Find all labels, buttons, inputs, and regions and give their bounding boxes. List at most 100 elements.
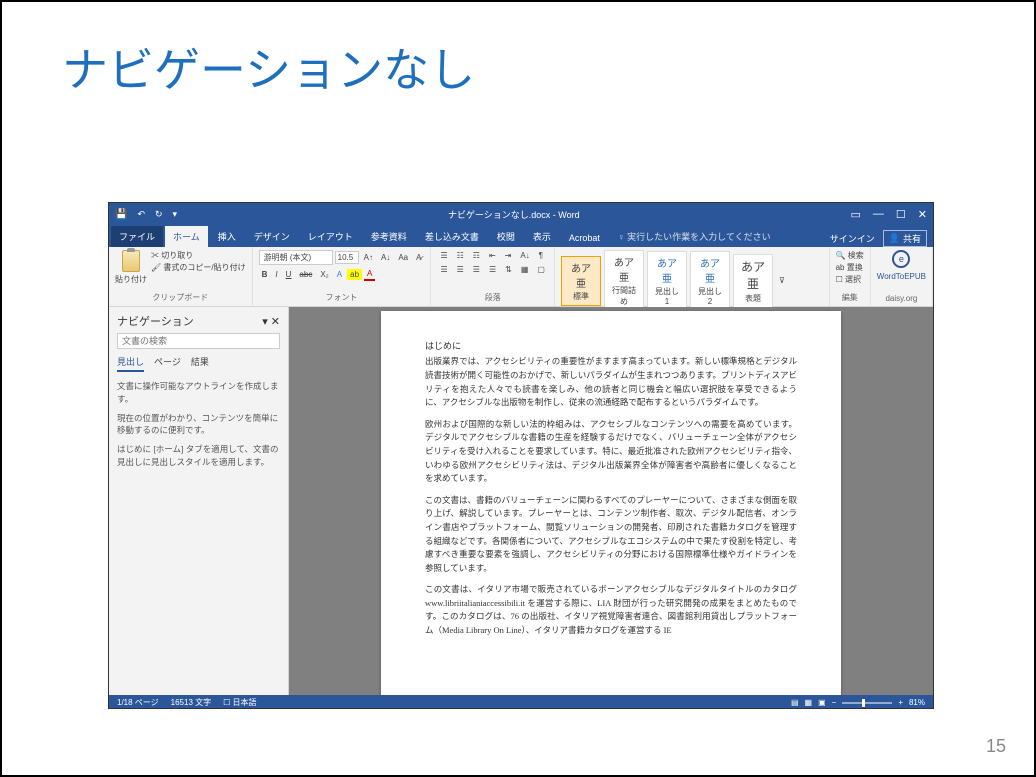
- grow-font-icon[interactable]: A↑: [361, 252, 376, 263]
- view-read-icon[interactable]: ▤: [791, 698, 799, 707]
- replace-button[interactable]: ab 置換: [836, 262, 863, 273]
- underline-button[interactable]: U: [283, 269, 295, 280]
- zoom-out-icon[interactable]: −: [832, 698, 837, 707]
- zoom-level[interactable]: 81%: [909, 698, 925, 707]
- tab-review[interactable]: 校閲: [489, 226, 523, 247]
- multilevel-icon[interactable]: ☶: [470, 250, 483, 261]
- tab-acrobat[interactable]: Acrobat: [561, 229, 608, 247]
- subscript-button[interactable]: X₂: [317, 269, 331, 280]
- slide-title: ナビゲーションなし: [2, 2, 1034, 100]
- document-page[interactable]: はじめに 出版業界では、アクセシビリティの重要性がますます高まっています。新しい…: [381, 311, 841, 695]
- select-button[interactable]: ☐ 選択: [836, 274, 861, 285]
- group-label: クリップボード: [115, 292, 246, 303]
- borders-icon[interactable]: ▢: [534, 264, 548, 275]
- strike-button[interactable]: abc: [296, 269, 315, 280]
- italic-button[interactable]: I: [272, 269, 280, 280]
- nav-search-input[interactable]: [117, 333, 280, 349]
- style-heading2[interactable]: あア亜見出し 2: [690, 251, 730, 310]
- view-print-icon[interactable]: ▦: [805, 698, 813, 707]
- close-icon[interactable]: ✕: [918, 208, 927, 221]
- ribbon-options-icon[interactable]: ▭: [851, 208, 861, 221]
- styles-more-icon[interactable]: ⊽: [776, 275, 788, 286]
- font-name-select[interactable]: 游明朝 (本文): [259, 250, 333, 265]
- undo-icon[interactable]: ↶: [137, 209, 145, 220]
- change-case-icon[interactable]: Aa: [395, 252, 411, 263]
- doc-paragraph: 出版業界では、アクセシビリティの重要性がますます高まっています。新しい標準規格と…: [425, 355, 797, 409]
- nav-pane-title: ナビゲーション: [117, 313, 194, 329]
- tab-references[interactable]: 参考資料: [363, 226, 415, 247]
- font-color-icon[interactable]: A: [364, 268, 375, 281]
- group-label: フォント: [259, 292, 425, 303]
- status-words[interactable]: 16513 文字: [171, 697, 211, 708]
- group-paragraph: ☰ ☷ ☶ ⇤ ⇥ A↓ ¶ ☰ ☰ ☰ ☰ ⇅ ▦: [431, 247, 555, 306]
- nav-tab-results[interactable]: 結果: [191, 355, 209, 372]
- decrease-indent-icon[interactable]: ⇤: [486, 250, 499, 261]
- style-nospacing[interactable]: あア亜行間詰め: [604, 250, 644, 311]
- zoom-in-icon[interactable]: +: [898, 698, 903, 707]
- text-effects-icon[interactable]: A: [334, 269, 345, 280]
- highlight-icon[interactable]: ab: [347, 269, 362, 280]
- style-heading1[interactable]: あア亜見出し 1: [647, 251, 687, 310]
- word-window: 💾 ↶ ↻ ▾ ナビゲーションなし.docx - Word ▭ — ☐ ✕ ファ…: [108, 202, 934, 709]
- slide-page-number: 15: [986, 736, 1006, 757]
- clear-format-icon[interactable]: A̷: [413, 252, 424, 263]
- find-button[interactable]: 🔍 検索: [836, 250, 864, 261]
- bullets-icon[interactable]: ☰: [437, 250, 450, 261]
- group-editing: 🔍 検索 ab 置換 ☐ 選択 編集: [830, 247, 871, 306]
- status-page[interactable]: 1/18 ページ: [117, 697, 159, 708]
- workarea: ナビゲーション ▾ ✕ 見出し ページ 結果 文書に操作可能なアウトラインを作成…: [109, 307, 933, 695]
- save-icon[interactable]: 💾: [115, 209, 127, 220]
- cut-button[interactable]: ✂ 切り取り: [151, 250, 246, 261]
- tell-me[interactable]: ♀ 実行したい作業を入力してください: [610, 226, 779, 247]
- zoom-slider[interactable]: [842, 702, 892, 704]
- group-label: daisy.org: [877, 294, 926, 303]
- view-web-icon[interactable]: ▣: [818, 698, 826, 707]
- redo-icon[interactable]: ↻: [155, 209, 163, 220]
- align-right-icon[interactable]: ☰: [470, 264, 483, 275]
- tab-design[interactable]: デザイン: [246, 226, 298, 247]
- group-styles: あア亜標準 あア亜行間詰め あア亜見出し 1 あア亜見出し 2 あア亜表題 ⊽ …: [555, 247, 830, 306]
- wordtoepub-icon: e: [892, 250, 910, 268]
- show-marks-icon[interactable]: ¶: [536, 250, 546, 261]
- doc-paragraph: 欧州および国際的な新しい法的枠組みは、アクセシブルなコンテンツへの需要を高めてい…: [425, 418, 797, 486]
- numbering-icon[interactable]: ☷: [454, 250, 467, 261]
- nav-tab-headings[interactable]: 見出し: [117, 355, 144, 372]
- group-addin: e WordToEPUB daisy.org: [871, 247, 933, 306]
- status-lang[interactable]: ☐ 日本語: [223, 697, 256, 708]
- share-button[interactable]: 👤 共有: [883, 230, 927, 247]
- justify-icon[interactable]: ☰: [486, 264, 499, 275]
- nav-dropdown-icon[interactable]: ▾ ✕: [262, 315, 280, 328]
- style-normal[interactable]: あア亜標準: [561, 256, 601, 306]
- doc-paragraph: この文書は、書籍のバリューチェーンに関わるすべてのプレーヤーについて、さまざまな…: [425, 494, 797, 576]
- tab-file[interactable]: ファイル: [111, 226, 163, 247]
- align-center-icon[interactable]: ☰: [454, 264, 467, 275]
- maximize-icon[interactable]: ☐: [896, 208, 906, 221]
- tab-home[interactable]: ホーム: [165, 226, 208, 247]
- line-spacing-icon[interactable]: ⇅: [502, 264, 515, 275]
- shading-icon[interactable]: ▦: [518, 264, 532, 275]
- navigation-pane: ナビゲーション ▾ ✕ 見出し ページ 結果 文書に操作可能なアウトラインを作成…: [109, 307, 289, 695]
- window-title: ナビゲーションなし.docx - Word: [177, 208, 850, 221]
- wordtoepub-button[interactable]: e WordToEPUB: [877, 250, 926, 292]
- ribbon: 貼り付け ✂ 切り取り 🖌 書式のコピー/貼り付け クリップボード 游明朝 (本…: [109, 247, 933, 307]
- nav-tab-pages[interactable]: ページ: [154, 355, 181, 372]
- format-painter-button[interactable]: 🖌 書式のコピー/貼り付け: [151, 262, 246, 273]
- sort-icon[interactable]: A↓: [517, 250, 532, 261]
- document-surface[interactable]: はじめに 出版業界では、アクセシビリティの重要性がますます高まっています。新しい…: [289, 307, 933, 695]
- align-left-icon[interactable]: ☰: [437, 264, 450, 275]
- increase-indent-icon[interactable]: ⇥: [502, 250, 515, 261]
- tab-layout[interactable]: レイアウト: [300, 226, 361, 247]
- tab-view[interactable]: 表示: [525, 226, 559, 247]
- group-label: 段落: [437, 292, 548, 303]
- paste-button[interactable]: 貼り付け: [115, 250, 147, 285]
- signin-link[interactable]: サインイン: [830, 232, 875, 245]
- minimize-icon[interactable]: —: [873, 208, 884, 221]
- group-label: 編集: [836, 292, 864, 303]
- tab-insert[interactable]: 挿入: [210, 226, 244, 247]
- bold-button[interactable]: B: [259, 269, 271, 280]
- tab-mailings[interactable]: 差し込み文書: [417, 226, 487, 247]
- clipboard-icon: [122, 250, 140, 272]
- font-size-select[interactable]: 10.5: [335, 251, 359, 264]
- shrink-font-icon[interactable]: A↓: [378, 252, 393, 263]
- style-title[interactable]: あア亜表題: [733, 254, 773, 308]
